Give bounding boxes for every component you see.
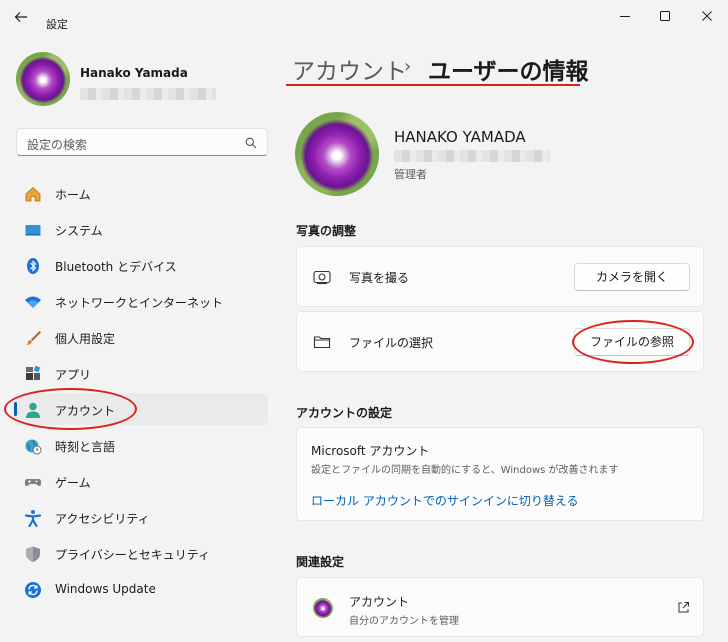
bluetooth-icon [27,258,39,274]
minimize-icon[interactable] [615,7,635,25]
section-title-account-settings: アカウントの設定 [296,406,393,420]
search-icon [245,137,257,149]
sidebar-item-personalization[interactable]: 個人用設定 [14,321,268,353]
sidebar-item-label: ネットワークとインターネット [55,296,224,310]
take-photo-label: 写真を撮る [349,271,410,285]
annotation-underline [286,84,580,86]
maximize-icon[interactable] [655,7,675,25]
sidebar-item-home[interactable]: ホーム [14,177,268,209]
microsoft-account-card: Microsoft アカウント 設定とファイルの同期を自動的にすると、Windo… [296,427,704,521]
sidebar-item-gaming[interactable]: ゲーム [14,465,268,497]
search-placeholder: 設定の検索 [27,138,88,152]
sidebar-item-label: ホーム [55,188,91,202]
globe-clock-icon [25,439,42,455]
back-arrow-icon[interactable] [14,10,28,24]
accessibility-icon [24,510,42,527]
system-icon [25,225,41,236]
gamepad-icon [24,479,42,486]
sidebar-item-label: アプリ [55,368,92,382]
breadcrumb-parent[interactable]: アカウント [292,52,407,86]
sidebar-item-label: アクセシビリティ [55,512,150,526]
search-input[interactable]: 設定の検索 [16,128,268,156]
sidebar-item-apps[interactable]: アプリ [14,357,268,389]
sidebar-item-time-language[interactable]: 時刻と言語 [14,429,268,461]
home-icon [25,186,41,202]
sidebar-item-privacy[interactable]: プライバシーとセキュリティ [14,537,268,569]
sidebar-avatar [16,52,70,106]
annotation-circle-accounts [4,388,137,430]
external-link-icon [678,602,689,613]
related-account-avatar [313,598,333,618]
ms-account-title: Microsoft アカウント [311,444,430,458]
section-title-related: 関連設定 [296,555,345,569]
camera-icon [313,270,331,285]
profile-email-redacted [394,150,550,162]
sidebar-item-accessibility[interactable]: アクセシビリティ [14,501,268,533]
apps-icon [26,365,41,380]
related-accounts-card[interactable]: アカウント 自分のアカウントを管理 [296,577,704,637]
related-item-subtitle: 自分のアカウントを管理 [349,616,459,627]
sidebar-item-label: Bluetooth とデバイス [55,260,177,274]
wifi-icon [25,296,41,308]
sidebar-item-label: Windows Update [55,582,156,596]
shield-icon [26,546,40,562]
sidebar-item-label: プライバシーとセキュリティ [55,548,211,562]
sidebar-item-label: 時刻と言語 [55,440,116,454]
section-title-photo: 写真の調整 [296,224,357,238]
app-title: 設定 [46,18,68,31]
sidebar-email-redacted [80,88,216,100]
ms-account-description: 設定とファイルの同期を自動的にすると、Windows が改善されます [311,465,619,476]
sidebar-item-system[interactable]: システム [14,213,268,245]
related-item-title: アカウント [349,595,410,609]
sidebar-item-bluetooth[interactable]: Bluetooth とデバイス [14,249,268,281]
sidebar-item-network[interactable]: ネットワークとインターネット [14,285,268,317]
folder-icon [313,336,331,349]
switch-to-local-account-link[interactable]: ローカル アカウントでのサインインに切り替える [311,492,578,509]
choose-file-label: ファイルの選択 [349,336,434,350]
sidebar-user-name: Hanako Yamada [80,66,188,80]
open-camera-button[interactable]: カメラを開く [574,263,690,291]
close-icon[interactable] [697,7,717,25]
sidebar-item-label: ゲーム [55,476,91,490]
breadcrumb-separator: › [404,56,412,77]
annotation-circle-browse [572,320,694,364]
sidebar-item-label: システム [55,224,103,238]
update-icon [25,582,41,598]
brush-icon [26,331,41,345]
page-title: ユーザーの情報 [428,59,589,85]
profile-role: 管理者 [394,168,427,181]
title-bar: 設定 [0,0,728,34]
take-photo-card: 写真を撮る カメラを開く [296,246,704,307]
sidebar-item-windows-update[interactable]: Windows Update [14,573,268,605]
sidebar-item-label: 個人用設定 [55,332,116,346]
profile-avatar [295,112,379,196]
profile-name: HANAKO YAMADA [394,128,526,146]
